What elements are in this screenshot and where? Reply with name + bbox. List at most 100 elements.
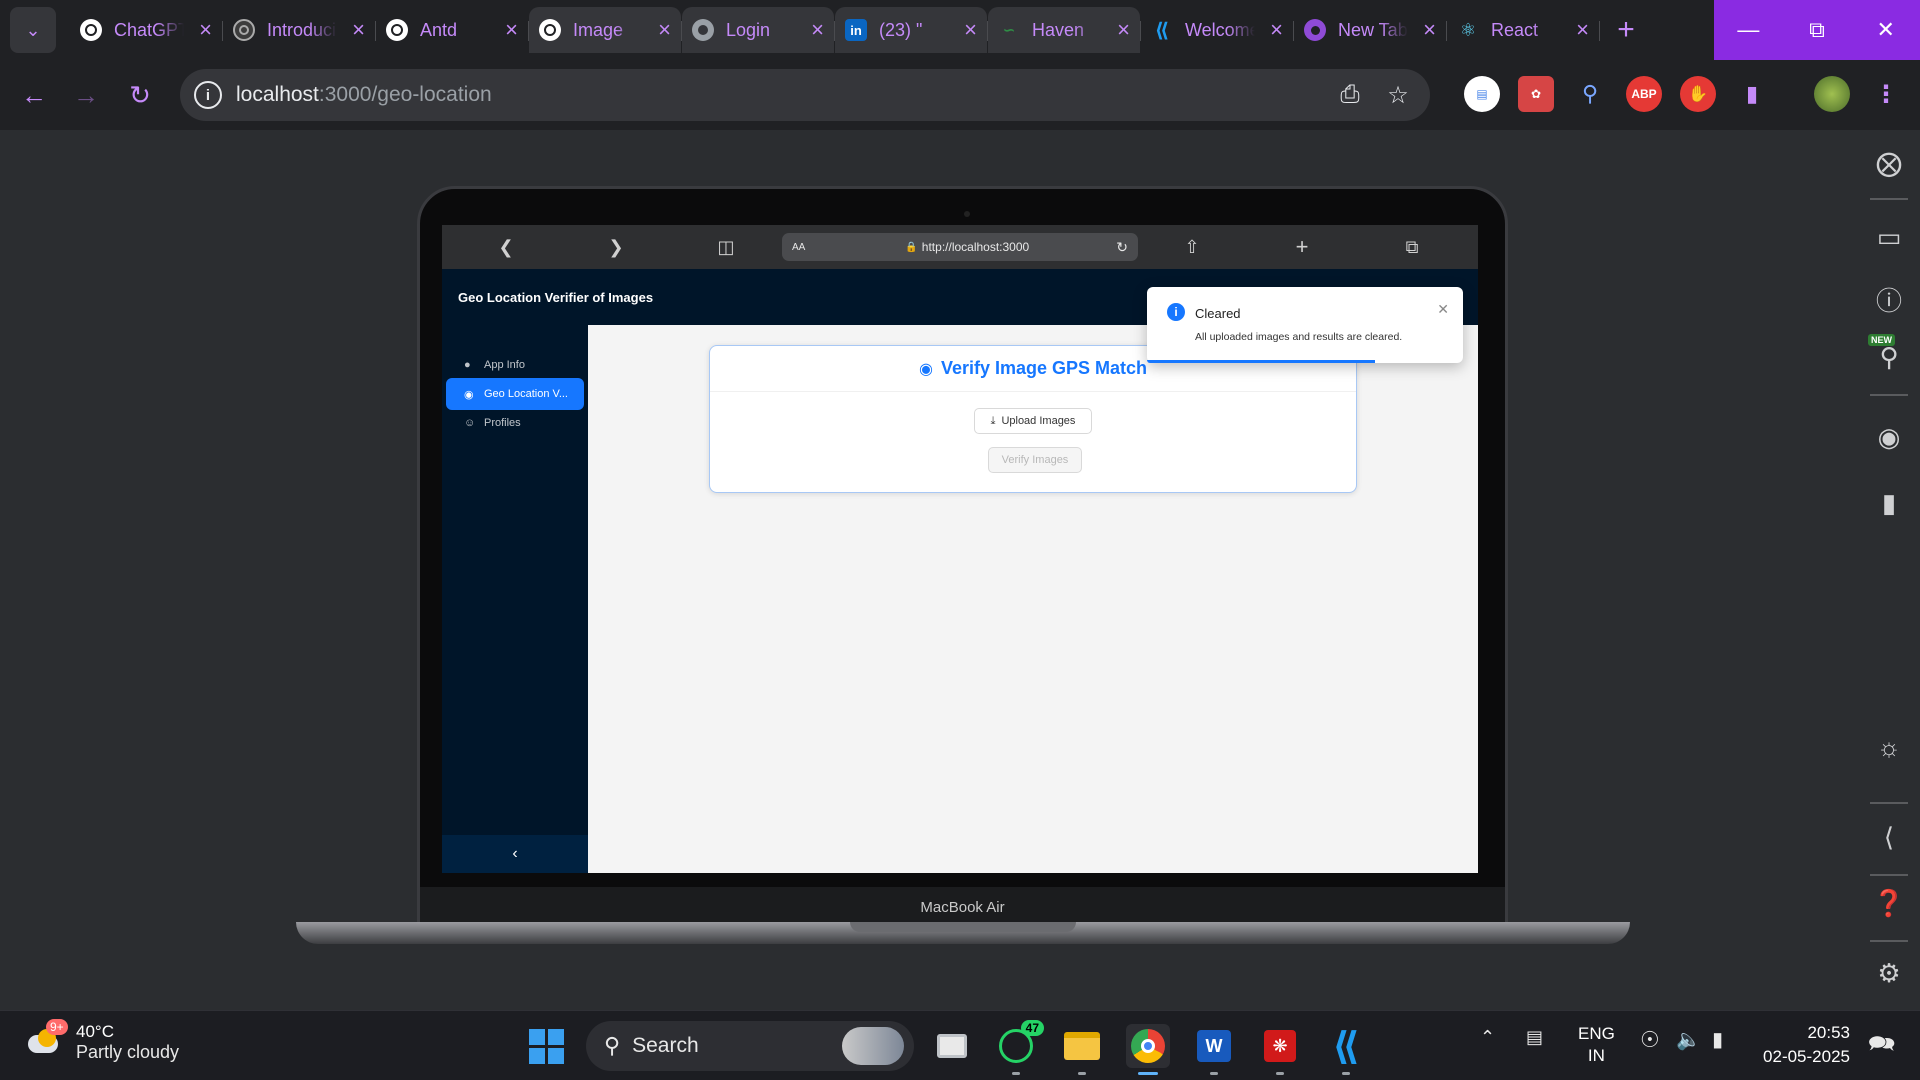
notification-description: All uploaded images and results are clea… <box>1195 331 1403 343</box>
tabs-overview-icon[interactable]: ⧉ <box>1400 235 1424 259</box>
close-tab-icon[interactable]: × <box>658 19 671 41</box>
chatgpt-icon <box>233 19 255 41</box>
language-indicator[interactable]: ENG IN <box>1578 1023 1615 1067</box>
close-tab-icon[interactable]: × <box>1576 19 1589 41</box>
close-tab-icon[interactable]: × <box>505 19 518 41</box>
extension-paint-icon[interactable]: ✿ <box>1518 76 1554 112</box>
site-info-icon[interactable]: i <box>194 81 222 109</box>
close-tab-icon[interactable]: × <box>199 19 212 41</box>
extension-hand-icon[interactable]: ✋ <box>1680 76 1716 112</box>
vscode-taskbar-icon[interactable]: ⟪ <box>1324 1024 1368 1075</box>
address-bar[interactable]: i localhost:3000/geo-location ⎙ ☆ <box>180 69 1430 121</box>
share-icon[interactable]: ⟨ <box>1872 820 1906 854</box>
close-tab-icon[interactable]: × <box>1423 19 1436 41</box>
globe-icon <box>692 19 714 41</box>
new-tab-button[interactable]: + <box>1606 10 1646 50</box>
bookmark-star-icon[interactable]: ☆ <box>1384 81 1412 109</box>
reader-text-size[interactable]: AA <box>792 242 805 253</box>
task-view-icon[interactable] <box>930 1024 974 1068</box>
plus-icon[interactable]: + <box>1290 234 1314 259</box>
menu-item-app-info[interactable]: ● App Info <box>446 349 584 381</box>
tab-list: ChatGPT × Introducing × Antd × Image × Login… <box>70 0 1600 60</box>
menu-item-profiles[interactable]: ☺ Profiles <box>446 407 584 439</box>
system-clock[interactable]: 20:53 02-05-2025 <box>1763 1021 1850 1069</box>
forward-button[interactable]: → <box>64 73 108 117</box>
device-label: MacBook Air <box>920 898 1005 916</box>
info-icon[interactable]: ⓘ <box>1872 282 1906 316</box>
network-globe-icon[interactable]: ☉ <box>1640 1027 1660 1053</box>
help-icon[interactable]: ❓ <box>1872 886 1906 920</box>
extension-search-icon[interactable]: ⚲ <box>1572 76 1608 112</box>
word-icon[interactable]: W <box>1192 1024 1236 1075</box>
tab[interactable]: ⟪ Welcome × <box>1141 7 1294 53</box>
chevron-right-icon[interactable]: ❯ <box>604 235 628 259</box>
chevron-left-icon[interactable]: ❮ <box>494 235 518 259</box>
tablet-mode-icon[interactable]: ▤ <box>1526 1027 1543 1048</box>
camera-icon[interactable]: ◉ <box>1872 420 1906 454</box>
tab[interactable]: New Tab × <box>1294 7 1447 53</box>
tab[interactable]: Image × <box>529 7 682 53</box>
extensions-puzzle-icon[interactable]: ▮ <box>1734 76 1770 112</box>
reload-button[interactable]: ↻ <box>118 73 162 117</box>
location-pin-icon: ◉ <box>918 360 933 378</box>
close-tab-icon[interactable]: × <box>964 19 977 41</box>
video-icon[interactable]: ▮ <box>1872 486 1906 520</box>
menu-item-geo-location[interactable]: ◉ Geo Location V... <box>446 378 584 410</box>
install-app-icon[interactable]: ⎙ <box>1336 81 1364 109</box>
tab[interactable]: ChatGPT × <box>70 7 223 53</box>
tab[interactable]: in (23) " × <box>835 7 988 53</box>
battery-icon[interactable]: ▮ <box>1712 1027 1723 1052</box>
laptop-notch <box>850 922 1076 932</box>
chrome-menu-icon[interactable]: ⋮ <box>1868 76 1904 112</box>
weather-widget[interactable]: 9+ 40°C Partly cloudy <box>24 1019 179 1063</box>
notifications-icon[interactable]: 🗪 <box>1868 1027 1895 1065</box>
chrome-taskbar-icon[interactable] <box>1126 1024 1170 1075</box>
tab-title: Introducing <box>267 19 337 40</box>
verify-images-button[interactable]: Verify Images <box>988 447 1082 473</box>
tab[interactable]: Login × <box>682 7 835 53</box>
close-icon[interactable]: ✕ <box>1437 301 1449 318</box>
zoom-in-icon[interactable]: ⚲ NEW <box>1868 334 1906 374</box>
close-window-button[interactable]: ✕ <box>1851 0 1920 60</box>
acrobat-icon[interactable]: ❋ <box>1258 1024 1302 1075</box>
profile-avatar[interactable] <box>1814 76 1850 112</box>
window-controls: — ⧉ ✕ <box>1714 0 1920 60</box>
back-button[interactable]: ← <box>12 73 56 117</box>
tab-title: New Tab <box>1338 19 1408 40</box>
whatsapp-icon[interactable]: 47 <box>994 1020 1044 1075</box>
show-hidden-icons[interactable]: ⌃ <box>1480 1027 1495 1048</box>
safari-address-bar[interactable]: AA 🔒 http://localhost:3000 ↻ <box>782 233 1138 261</box>
close-tab-icon[interactable]: × <box>1117 19 1130 41</box>
sidebar-collapse-button[interactable]: ‹ <box>442 835 588 873</box>
close-tab-icon[interactable]: × <box>1270 19 1283 41</box>
tab[interactable]: Antd × <box>376 7 529 53</box>
tab-search-button[interactable]: ⌄ <box>10 7 56 53</box>
close-tab-icon[interactable]: × <box>811 19 824 41</box>
address-url[interactable]: localhost:3000/geo-location <box>236 83 492 107</box>
restore-button[interactable]: ⧉ <box>1783 0 1852 60</box>
volume-icon[interactable]: 🔈 <box>1676 1027 1701 1052</box>
brightness-icon[interactable]: ☼ <box>1872 730 1906 764</box>
tab[interactable]: ⚛ React × <box>1447 7 1600 53</box>
search-highlight-icon <box>842 1027 904 1065</box>
tab[interactable]: Introducing × <box>223 7 376 53</box>
windows-start-icon[interactable] <box>524 1024 568 1068</box>
close-circle-icon[interactable]: ⨂ <box>1872 146 1906 180</box>
tab[interactable]: ∽ Haven × <box>988 7 1141 53</box>
file-explorer-icon[interactable] <box>1060 1024 1104 1075</box>
divider <box>1870 802 1908 804</box>
reload-icon[interactable]: ↻ <box>1116 239 1128 256</box>
adblock-plus-icon[interactable]: ABP <box>1626 76 1662 112</box>
book-icon[interactable]: ◫ <box>714 235 738 259</box>
upload-images-button[interactable]: ⤓ Upload Images <box>974 408 1092 434</box>
laptop-frame: ❮ ❯ ◫ AA 🔒 http://localhost:3000 ↻ ⇧ + ⧉… <box>417 186 1508 930</box>
devices-icon[interactable]: ▭ <box>1872 220 1906 254</box>
settings-gear-icon[interactable]: ⚙ <box>1872 956 1906 990</box>
minimize-button[interactable]: — <box>1714 0 1783 60</box>
chevron-down-icon: ⌄ <box>25 19 41 40</box>
divider <box>1870 198 1908 200</box>
close-tab-icon[interactable]: × <box>352 19 365 41</box>
share-icon[interactable]: ⇧ <box>1180 235 1204 259</box>
taskbar-search[interactable]: ⚲ Search <box>586 1021 914 1071</box>
extension-docs-icon[interactable]: ▤ <box>1464 76 1500 112</box>
